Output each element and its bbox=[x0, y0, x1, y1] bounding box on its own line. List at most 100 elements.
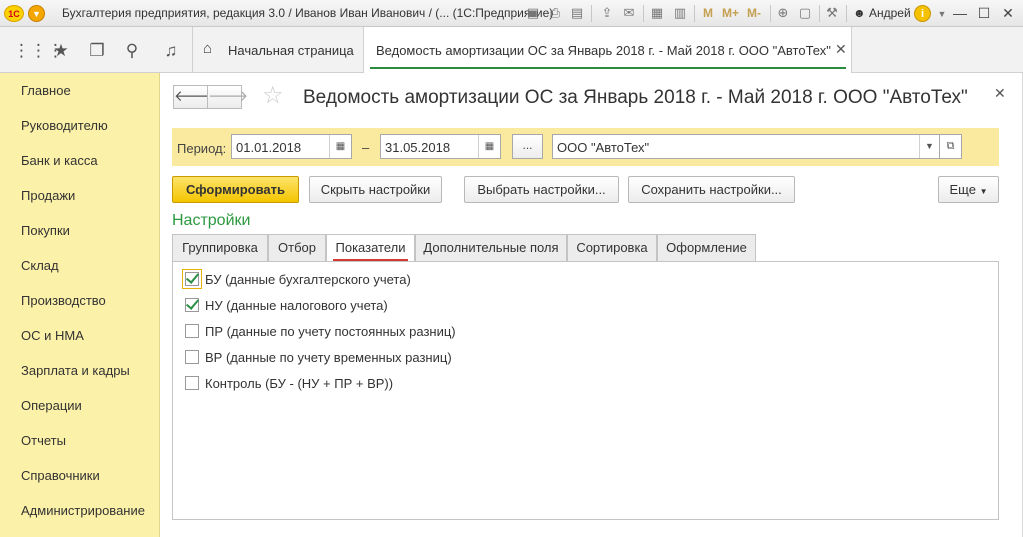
more-button[interactable]: Еще ▼ bbox=[938, 176, 999, 203]
window-icon[interactable]: ▢ bbox=[796, 4, 814, 22]
calendar-icon[interactable]: ▦ bbox=[478, 135, 500, 158]
generate-button[interactable]: Сформировать bbox=[172, 176, 299, 203]
active-tab-underline bbox=[370, 67, 846, 69]
more-label: Еще bbox=[949, 182, 976, 197]
tab-indicators-label: Показатели bbox=[335, 240, 406, 255]
tab-grouping[interactable]: Группировка bbox=[172, 234, 268, 262]
calendar-icon[interactable]: ▦ bbox=[329, 135, 351, 158]
zoom-icon[interactable]: ⊕ bbox=[774, 4, 792, 22]
user-icon: ☻ bbox=[853, 6, 866, 20]
checkbox-vr[interactable] bbox=[185, 350, 199, 364]
open-organization-button[interactable]: ⧉ bbox=[940, 134, 962, 159]
window-title: Бухгалтерия предприятия, редакция 3.0 / … bbox=[62, 6, 554, 20]
settings-title: Настройки bbox=[172, 212, 251, 229]
indicators-panel: БУ (данные бухгалтерского учета) НУ (дан… bbox=[172, 261, 999, 520]
preview-icon[interactable]: ▤ bbox=[568, 4, 586, 22]
period-bar: Период: 01.01.2018 ▦ – 31.05.2018 ▦ ... … bbox=[172, 128, 999, 166]
bell-icon[interactable]: ♫ bbox=[160, 40, 182, 62]
favorites-star-icon[interactable]: ★ bbox=[50, 40, 72, 62]
form-close-icon[interactable]: ✕ bbox=[994, 85, 1006, 102]
sidebar-item-production[interactable]: Производство bbox=[21, 293, 106, 308]
save-icon[interactable]: ▣ bbox=[524, 4, 542, 22]
organization-field[interactable]: ООО "АвтоТех" ▼ bbox=[552, 134, 940, 159]
envelope-icon[interactable]: ✉ bbox=[620, 4, 638, 22]
current-user[interactable]: ☻ Андрей bbox=[853, 6, 911, 20]
search-icon[interactable]: ⚲ bbox=[121, 40, 143, 62]
sidebar-item-catalogs[interactable]: Справочники bbox=[21, 468, 100, 483]
choose-settings-button[interactable]: Выбрать настройки... bbox=[464, 176, 619, 203]
save-settings-button[interactable]: Сохранить настройки... bbox=[628, 176, 795, 203]
checkbox-bu[interactable] bbox=[182, 269, 202, 289]
minimize-button[interactable]: — bbox=[949, 3, 971, 23]
tab-filter[interactable]: Отбор bbox=[268, 234, 326, 262]
sidebar-item-purchases[interactable]: Покупки bbox=[21, 223, 70, 238]
organization-value: ООО "АвтоТех" bbox=[557, 140, 650, 155]
date-to-field[interactable]: 31.05.2018 ▦ bbox=[380, 134, 501, 159]
1c-logo: 1С bbox=[4, 5, 24, 22]
sidebar-item-warehouse[interactable]: Склад bbox=[21, 258, 59, 273]
period-label: Период: bbox=[177, 141, 227, 156]
sidebar-item-bank[interactable]: Банк и касса bbox=[21, 153, 98, 168]
tab-report[interactable]: Ведомость амортизации ОС за Январь 2018 … bbox=[364, 27, 852, 73]
chevron-down-icon: ▼ bbox=[979, 187, 988, 196]
page-title: Ведомость амортизации ОС за Январь 2018 … bbox=[303, 87, 968, 108]
history-icon[interactable]: ❐ bbox=[86, 40, 108, 62]
window-title-bar: 1С ▼ Бухгалтерия предприятия, редакция 3… bbox=[0, 0, 1023, 27]
tab-additional-fields[interactable]: Дополнительные поля bbox=[415, 234, 567, 262]
tab-sorting[interactable]: Сортировка bbox=[567, 234, 657, 262]
calendar-icon[interactable]: ▥ bbox=[671, 4, 689, 22]
date-from-field[interactable]: 01.01.2018 ▦ bbox=[231, 134, 352, 159]
forward-button[interactable]: 🡒 bbox=[207, 85, 248, 109]
sidebar-item-reports[interactable]: Отчеты bbox=[21, 433, 66, 448]
report-form: 🡐 🡒 ☆ Ведомость амортизации ОС за Январь… bbox=[160, 73, 1023, 537]
chevron-down-icon[interactable]: ▼ bbox=[919, 135, 939, 158]
favorite-star-icon[interactable]: ☆ bbox=[262, 83, 284, 109]
info-icon[interactable]: i bbox=[914, 5, 931, 22]
hide-settings-button[interactable]: Скрыть настройки bbox=[309, 176, 442, 203]
home-icon: ⌂ bbox=[203, 40, 213, 57]
period-dash: – bbox=[362, 140, 370, 155]
tab-report-label: Ведомость амортизации ОС за Январь 2018 … bbox=[376, 43, 831, 58]
indicator-bu-label: БУ (данные бухгалтерского учета) bbox=[205, 272, 411, 287]
checkbox-nu[interactable] bbox=[185, 298, 199, 312]
maximize-button[interactable]: ☐ bbox=[973, 3, 995, 23]
print-icon[interactable]: ⎙ bbox=[546, 4, 564, 22]
memory-minus-button[interactable]: M- bbox=[747, 6, 761, 20]
sidebar-item-fixed-assets[interactable]: ОС и НМА bbox=[21, 328, 84, 343]
indicator-nu-label: НУ (данные налогового учета) bbox=[205, 298, 388, 313]
tab-home-label: Начальная страница bbox=[228, 43, 354, 58]
tools-icon[interactable]: ⚒ bbox=[823, 4, 841, 22]
main-menu-button[interactable]: ▼ bbox=[28, 5, 45, 22]
tab-formatting[interactable]: Оформление bbox=[657, 234, 756, 262]
back-button[interactable]: 🡐 bbox=[173, 85, 214, 109]
indicator-pr-label: ПР (данные по учету постоянных разниц) bbox=[205, 324, 456, 339]
sidebar-item-administration[interactable]: Администрирование bbox=[21, 503, 145, 518]
sidebar: Главное Руководителю Банк и касса Продаж… bbox=[0, 73, 160, 537]
indicator-vr-label: ВР (данные по учету временных разниц) bbox=[205, 350, 452, 365]
sidebar-item-operations[interactable]: Операции bbox=[21, 398, 82, 413]
arrow-right-icon: 🡒 bbox=[208, 88, 249, 105]
sidebar-item-director[interactable]: Руководителю bbox=[21, 118, 108, 133]
open-icon: ⧉ bbox=[946, 140, 955, 152]
calculator-icon[interactable]: ▦ bbox=[648, 4, 666, 22]
tab-home-page[interactable]: ⌂ Начальная страница bbox=[192, 27, 364, 73]
window-close-button[interactable]: ✕ bbox=[997, 3, 1019, 23]
checkbox-control[interactable] bbox=[185, 376, 199, 390]
settings-tabs: Группировка Отбор Показатели Дополнитель… bbox=[172, 234, 757, 263]
memory-button[interactable]: M bbox=[703, 6, 713, 20]
date-to-value: 31.05.2018 bbox=[385, 140, 451, 155]
apps-grid-icon[interactable]: ⋮⋮⋮ bbox=[13, 40, 64, 62]
sidebar-item-payroll[interactable]: Зарплата и кадры bbox=[21, 363, 130, 378]
date-from-value: 01.01.2018 bbox=[236, 140, 302, 155]
sidebar-item-main[interactable]: Главное bbox=[21, 83, 71, 98]
user-name: Андрей bbox=[868, 6, 911, 20]
indicator-control-label: Контроль (БУ - (НУ + ПР + ВР)) bbox=[205, 376, 394, 391]
checkbox-pr[interactable] bbox=[185, 324, 199, 338]
tab-indicators[interactable]: Показатели bbox=[326, 234, 415, 263]
memory-plus-button[interactable]: M+ bbox=[722, 6, 739, 20]
sidebar-item-sales[interactable]: Продажи bbox=[21, 188, 75, 203]
upload-icon[interactable]: ⇪ bbox=[598, 4, 616, 22]
period-select-button[interactable]: ... bbox=[512, 134, 543, 159]
sections-toolbar: ⋮⋮⋮ ★ ❐ ⚲ ♫ ⌂ Начальная страница Ведомос… bbox=[0, 27, 1023, 73]
tab-close-icon[interactable]: ✕ bbox=[835, 41, 847, 58]
